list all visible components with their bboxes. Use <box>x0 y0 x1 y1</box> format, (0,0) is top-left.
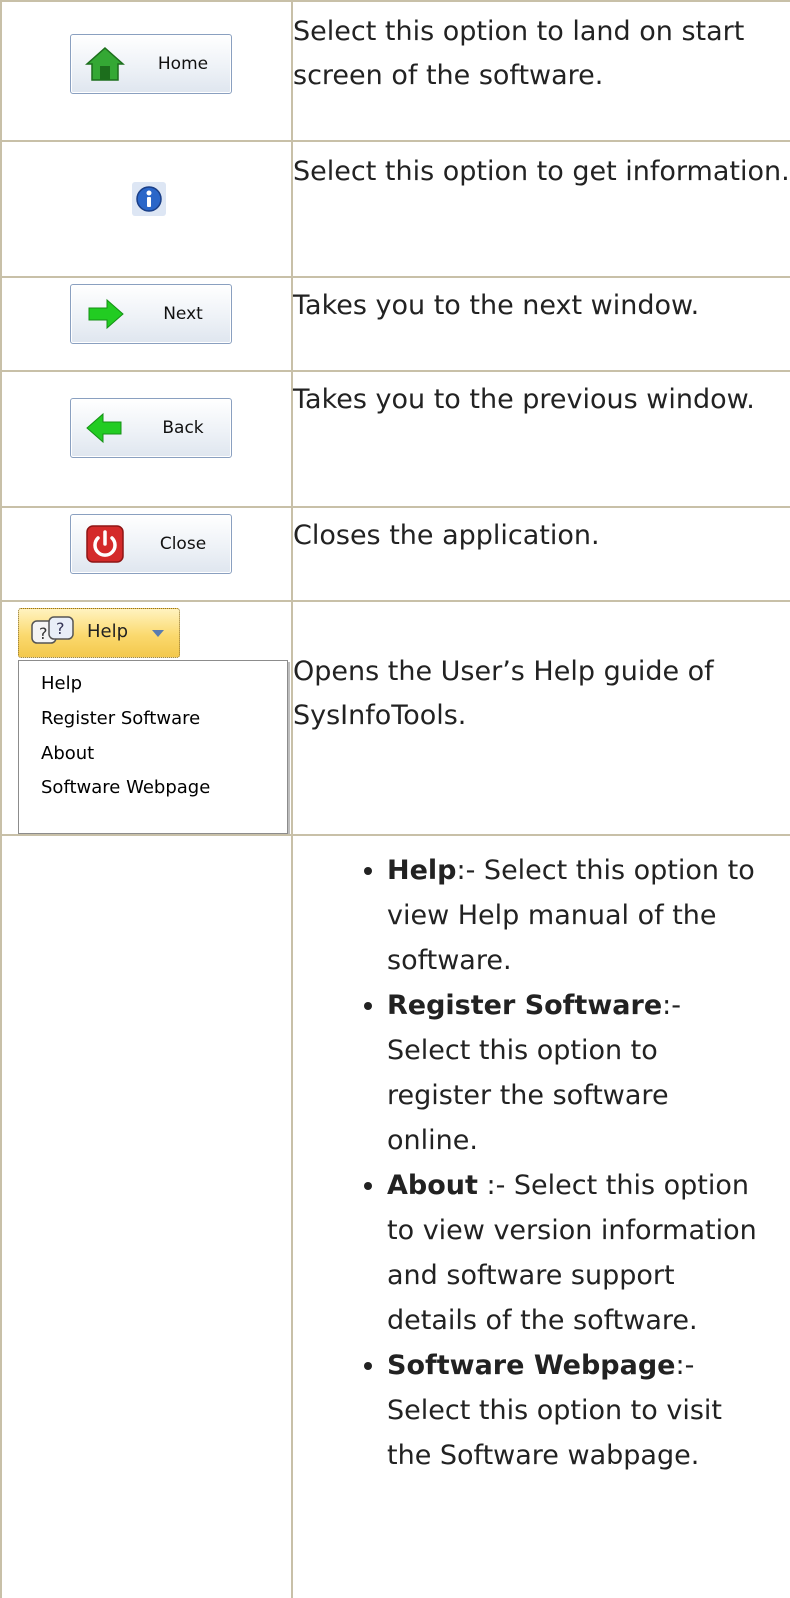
menu-item-help[interactable]: Help <box>41 671 82 697</box>
help-menu: Help Register Software About Software We… <box>18 660 288 834</box>
description-text: Select this option to get information. <box>293 156 790 187</box>
description-text: Select this option to land on start scre… <box>293 16 745 91</box>
bullet-text: Select this option to register the softw… <box>387 1035 669 1156</box>
button-cell: Next <box>0 278 293 372</box>
info-icon[interactable] <box>132 182 166 216</box>
help-table: Home Select this option to land on start… <box>0 0 790 1598</box>
next-button-label: Next <box>163 304 203 324</box>
bullet-term: About <box>387 1170 478 1201</box>
description-text: Opens the User’s Help guide of SysInfoTo… <box>293 656 714 731</box>
button-cell: Back <box>0 372 293 508</box>
table-row: Help:- Select this option to view Help m… <box>0 834 790 1598</box>
button-cell: Home <box>0 2 293 142</box>
empty-cell <box>0 836 293 1598</box>
list-item: Help:- Select this option to view Help m… <box>387 848 767 983</box>
chevron-down-icon <box>152 630 164 637</box>
table-row: Home Select this option to land on start… <box>0 0 790 142</box>
bullet-term: Register Software <box>387 990 663 1021</box>
list-item: Software Webpage:- Select this option to… <box>387 1343 767 1478</box>
back-button-label: Back <box>162 418 204 438</box>
menu-item-about[interactable]: About <box>41 741 94 767</box>
description-cell: Select this option to land on start scre… <box>291 2 790 142</box>
bullet-term: Software Webpage <box>387 1350 676 1381</box>
bullet-term: Help <box>387 855 457 886</box>
next-arrow-icon <box>88 298 124 330</box>
table-row: Close Closes the application. <box>0 506 790 602</box>
help-button-label: Help <box>87 621 129 642</box>
table-row: Next Takes you to the next window. <box>0 276 790 372</box>
home-button[interactable]: Home <box>70 34 232 94</box>
home-button-label: Home <box>157 54 209 74</box>
svg-text:?: ? <box>39 624 48 643</box>
description-cell: Select this option to get information. <box>291 142 790 278</box>
power-icon <box>86 525 124 563</box>
close-button[interactable]: Close <box>70 514 232 574</box>
close-button-label: Close <box>159 534 207 554</box>
back-arrow-icon <box>86 412 122 444</box>
home-icon <box>85 46 125 81</box>
description-cell: Help:- Select this option to view Help m… <box>291 836 790 1598</box>
table-row: Back Takes you to the previous window. <box>0 370 790 508</box>
button-cell: Close <box>0 508 293 602</box>
next-button[interactable]: Next <box>70 284 232 344</box>
list-item: About :- Select this option to view vers… <box>387 1163 767 1343</box>
menu-item-software-webpage[interactable]: Software Webpage <box>41 775 210 801</box>
description-cell: Takes you to the next window. <box>291 278 790 372</box>
help-dropdown-button[interactable]: ? ? Help <box>18 608 180 658</box>
back-button[interactable]: Back <box>70 398 232 458</box>
description-text: Takes you to the next window. <box>293 290 700 321</box>
description-cell: Opens the User’s Help guide of SysInfoTo… <box>291 602 790 836</box>
table-row: ? ? Help Help Register Software About So… <box>0 600 790 836</box>
description-text: Takes you to the previous window. <box>293 384 755 415</box>
description-cell: Closes the application. <box>291 508 790 602</box>
bullet-text: Select this option to visit the Software… <box>387 1395 723 1471</box>
button-cell <box>0 142 293 278</box>
svg-text:?: ? <box>56 619 65 638</box>
menu-item-register-software[interactable]: Register Software <box>41 706 200 732</box>
button-cell: ? ? Help Help Register Software About So… <box>0 602 293 836</box>
menu-options-list: Help:- Select this option to view Help m… <box>291 848 767 1478</box>
description-cell: Takes you to the previous window. <box>291 372 790 508</box>
table-row: Select this option to get information. <box>0 140 790 278</box>
description-text: Closes the application. <box>293 520 600 551</box>
help-bubble-icon: ? ? <box>31 616 74 644</box>
list-item: Register Software:- Select this option t… <box>387 983 767 1163</box>
